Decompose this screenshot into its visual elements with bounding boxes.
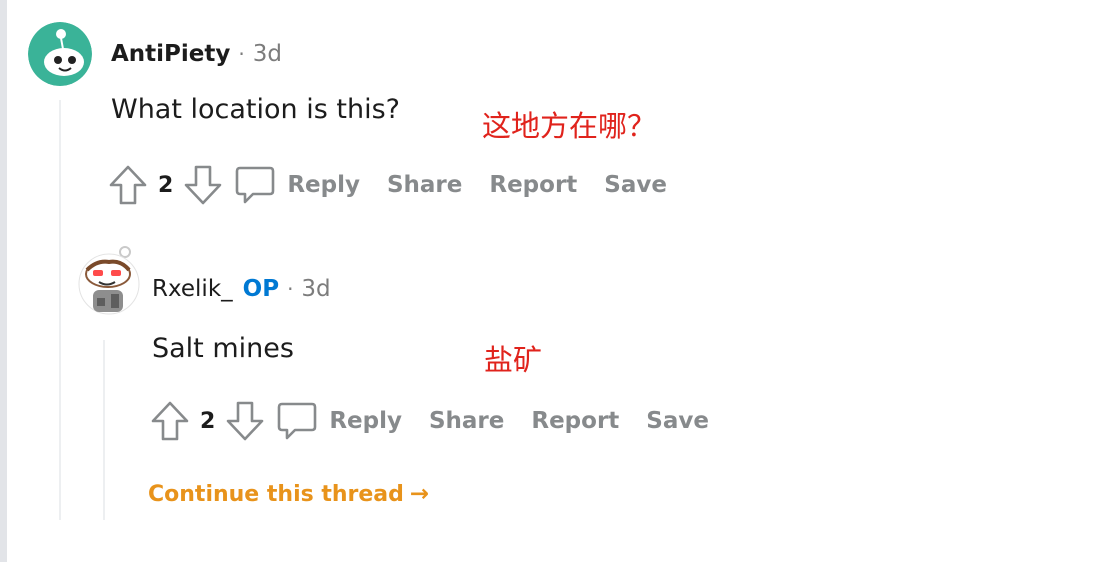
vote-count: 2 [200, 408, 216, 434]
op-badge: OP [242, 276, 280, 302]
meta-separator: · [238, 42, 245, 66]
upvote-arrow-icon [151, 401, 189, 441]
comment-body: What location is this? [111, 94, 400, 125]
comment-bubble-icon [236, 166, 275, 204]
save-button[interactable]: Save [646, 408, 709, 434]
comment-time[interactable]: 3d [301, 276, 330, 302]
continue-thread-label: Continue this thread [148, 481, 404, 507]
reply-button[interactable]: Reply [287, 172, 360, 198]
author-name[interactable]: AntiPiety [111, 41, 230, 67]
snoo-avatar-icon [78, 246, 140, 315]
downvote-arrow-icon [227, 401, 264, 441]
save-button[interactable]: Save [604, 172, 667, 198]
downvote-button[interactable] [223, 398, 267, 444]
comment-bubble-icon [278, 402, 317, 440]
comment-meta: AntiPiety · 3d [111, 41, 282, 67]
thread-line[interactable] [103, 340, 105, 520]
report-button[interactable]: Report [531, 408, 619, 434]
meta-separator: · [287, 277, 294, 301]
avatar[interactable] [28, 22, 92, 86]
reply-button[interactable]: Reply [329, 408, 402, 434]
share-button[interactable]: Share [387, 172, 462, 198]
upvote-arrow-icon [109, 165, 147, 205]
upvote-button[interactable] [106, 162, 150, 208]
comment-action-bar: 2 Reply Share Report Save [106, 162, 694, 208]
share-button[interactable]: Share [429, 408, 504, 434]
reply-icon-button[interactable] [275, 398, 319, 444]
thread-line[interactable] [59, 100, 61, 520]
comment-time[interactable]: 3d [253, 41, 282, 67]
avatar[interactable] [77, 244, 141, 322]
vote-count: 2 [158, 172, 174, 198]
comment-meta: Rxelik_ OP · 3d [152, 276, 331, 302]
arrow-right-icon: → [409, 481, 430, 507]
translation-annotation: 这地方在哪？ [482, 109, 657, 143]
translation-annotation: 盐矿 [484, 343, 543, 377]
upvote-button[interactable] [148, 398, 192, 444]
report-button[interactable]: Report [489, 172, 577, 198]
page-left-border [0, 0, 7, 562]
comment-body: Salt mines [152, 333, 294, 364]
reply-icon-button[interactable] [233, 162, 277, 208]
snoo-avatar-icon [28, 22, 92, 86]
continue-thread-link[interactable]: Continue this thread → [148, 481, 429, 507]
comment-action-bar: 2 Reply Share Report Save [148, 398, 736, 444]
downvote-arrow-icon [185, 165, 222, 205]
author-name[interactable]: Rxelik_ [152, 276, 233, 302]
downvote-button[interactable] [181, 162, 225, 208]
